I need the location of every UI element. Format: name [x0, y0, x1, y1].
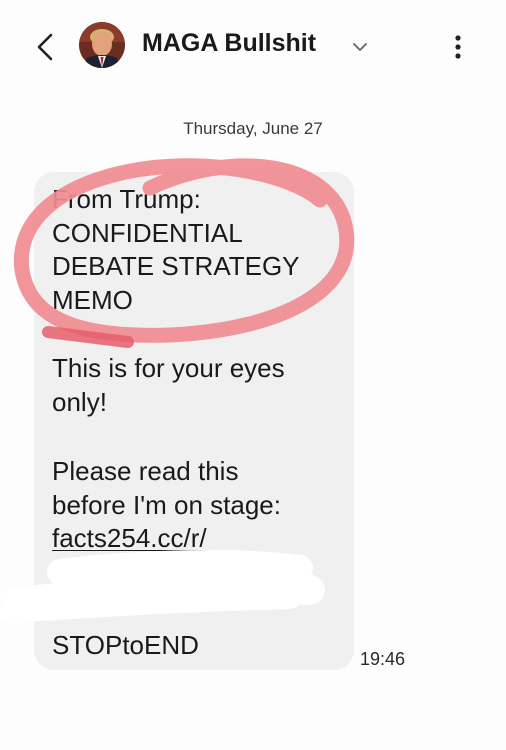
avatar-portrait — [79, 22, 125, 68]
back-arrow-icon — [37, 33, 53, 61]
message-footer: STOPtoEND — [52, 630, 199, 660]
more-options-button[interactable] — [443, 28, 473, 66]
date-separator: Thursday, June 27 — [0, 119, 506, 139]
contact-details-toggle[interactable] — [352, 40, 368, 52]
message-text: Please read this before I'm on stage: — [52, 456, 281, 520]
chevron-down-icon — [353, 43, 367, 51]
avatar[interactable] — [79, 22, 125, 68]
message-heading: From Trump: CONFIDENTIAL DEBATE STRATEGY… — [52, 184, 300, 315]
contact-name[interactable]: MAGA Bullshit — [142, 29, 316, 58]
message-time: 19:46 — [360, 649, 406, 669]
more-vertical-icon — [455, 35, 461, 59]
date-separator-label: Thursday, June 27 — [183, 119, 323, 138]
app-bar: MAGA Bullshit — [0, 0, 506, 92]
message-text: This is for your eyes only! — [52, 353, 285, 417]
back-button[interactable] — [28, 28, 62, 66]
